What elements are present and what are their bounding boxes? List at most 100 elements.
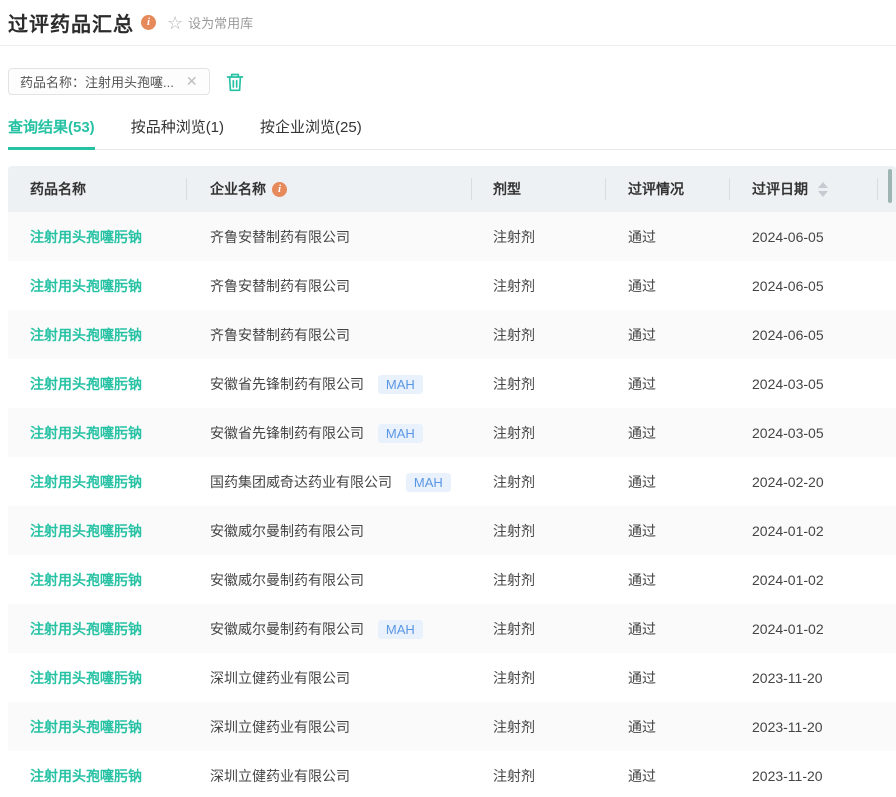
dosage-form-cell: 注射剂	[471, 423, 605, 443]
dosage-form-cell: 注射剂	[471, 766, 605, 786]
dosage-form-cell: 注射剂	[471, 227, 605, 247]
column-header-date: 过评日期	[729, 166, 877, 212]
date-cell: 2024-06-05	[729, 278, 877, 294]
filter-chip[interactable]: 药品名称：注射用头孢噻... ✕	[8, 68, 210, 95]
info-icon[interactable]: i	[141, 15, 156, 30]
drug-name-link[interactable]: 注射用头孢噻肟钠	[30, 229, 142, 245]
dosage-form-cell: 注射剂	[471, 374, 605, 394]
drug-name-link[interactable]: 注射用头孢噻肟钠	[30, 523, 142, 539]
column-header-company: 企业名称 i	[186, 166, 471, 212]
filter-chip-label: 药品名称：注射用头孢噻...	[20, 72, 174, 91]
status-cell: 通过	[605, 423, 729, 443]
company-name: 安徽威尔曼制药有限公司	[210, 621, 364, 637]
table-row: 注射用头孢噻肟钠 齐鲁安替制药有限公司 MAH 注射剂 通过 2024-06-0…	[8, 261, 896, 310]
dosage-form-cell: 注射剂	[471, 668, 605, 688]
drug-name-link[interactable]: 注射用头孢噻肟钠	[30, 719, 142, 735]
drug-name-link[interactable]: 注射用头孢噻肟钠	[30, 572, 142, 588]
status-cell: 通过	[605, 570, 729, 590]
table-row: 注射用头孢噻肟钠 安徽威尔曼制药有限公司 MAH 注射剂 通过 2024-01-…	[8, 555, 896, 604]
column-header-dosage-form: 剂型	[471, 166, 605, 212]
date-cell: 2023-11-20	[729, 670, 877, 686]
star-icon[interactable]: ☆	[167, 14, 183, 32]
company-name: 深圳立健药业有限公司	[210, 768, 350, 784]
tab-item[interactable]: 查询结果(53)	[8, 116, 95, 150]
set-favorite-label[interactable]: 设为常用库	[188, 13, 253, 32]
date-cell: 2024-01-02	[729, 621, 877, 637]
title-bar: 过评药品汇总 i ☆ 设为常用库	[0, 0, 896, 46]
column-header-overflow	[877, 166, 896, 212]
close-icon[interactable]: ✕	[186, 73, 198, 90]
dosage-form-cell: 注射剂	[471, 472, 605, 492]
status-cell: 通过	[605, 276, 729, 296]
company-name: 深圳立健药业有限公司	[210, 670, 350, 686]
status-cell: 通过	[605, 227, 729, 247]
mah-badge: MAH	[378, 424, 423, 443]
date-cell: 2023-11-20	[729, 719, 877, 735]
status-cell: 通过	[605, 668, 729, 688]
info-icon[interactable]: i	[272, 182, 287, 197]
dosage-form-cell: 注射剂	[471, 717, 605, 737]
tab-item[interactable]: 按品种浏览(1)	[131, 116, 224, 150]
company-name: 安徽威尔曼制药有限公司	[210, 523, 364, 539]
clear-filters-button[interactable]	[225, 72, 245, 92]
column-header-drug-name: 药品名称	[8, 166, 186, 212]
vertical-scrollbar-thumb[interactable]	[888, 169, 892, 203]
company-name: 齐鲁安替制药有限公司	[210, 229, 350, 245]
company-name: 齐鲁安替制药有限公司	[210, 278, 350, 294]
drug-name-link[interactable]: 注射用头孢噻肟钠	[30, 327, 142, 343]
status-cell: 通过	[605, 374, 729, 394]
tab-label: 按企业浏览(25)	[260, 119, 362, 136]
company-name: 齐鲁安替制药有限公司	[210, 327, 350, 343]
company-name: 安徽省先锋制药有限公司	[210, 425, 364, 441]
page-title: 过评药品汇总	[8, 8, 134, 37]
table-row: 注射用头孢噻肟钠 齐鲁安替制药有限公司 MAH 注射剂 通过 2024-06-0…	[8, 310, 896, 359]
status-cell: 通过	[605, 325, 729, 345]
table-row: 注射用头孢噻肟钠 安徽省先锋制药有限公司 MAH 注射剂 通过 2024-03-…	[8, 408, 896, 457]
drug-name-link[interactable]: 注射用头孢噻肟钠	[30, 621, 142, 637]
results-table: 药品名称 企业名称 i 剂型 过评情况 过评日期 注射用头孢噻肟钠 齐鲁安替制	[8, 166, 896, 797]
trash-icon	[225, 72, 245, 92]
mah-badge: MAH	[406, 473, 451, 492]
drug-name-link[interactable]: 注射用头孢噻肟钠	[30, 474, 142, 490]
date-cell: 2024-01-02	[729, 523, 877, 539]
mah-badge: MAH	[378, 620, 423, 639]
date-cell: 2024-03-05	[729, 425, 877, 441]
dosage-form-cell: 注射剂	[471, 619, 605, 639]
status-cell: 通过	[605, 717, 729, 737]
tab-label: 按品种浏览(1)	[131, 119, 224, 136]
dosage-form-cell: 注射剂	[471, 521, 605, 541]
table-row: 注射用头孢噻肟钠 深圳立健药业有限公司 MAH 注射剂 通过 2023-11-2…	[8, 751, 896, 797]
date-cell: 2024-03-05	[729, 376, 877, 392]
dosage-form-cell: 注射剂	[471, 570, 605, 590]
sort-icon[interactable]	[818, 182, 828, 197]
drug-name-link[interactable]: 注射用头孢噻肟钠	[30, 670, 142, 686]
tab-label: 查询结果(53)	[8, 119, 95, 136]
drug-name-link[interactable]: 注射用头孢噻肟钠	[30, 376, 142, 392]
column-header-status: 过评情况	[605, 166, 729, 212]
date-cell: 2023-11-20	[729, 768, 877, 784]
date-cell: 2024-02-20	[729, 474, 877, 490]
date-cell: 2024-06-05	[729, 229, 877, 245]
date-cell: 2024-01-02	[729, 572, 877, 588]
table-row: 注射用头孢噻肟钠 安徽威尔曼制药有限公司 MAH 注射剂 通过 2024-01-…	[8, 506, 896, 555]
filter-bar: 药品名称：注射用头孢噻... ✕	[8, 68, 896, 95]
dosage-form-cell: 注射剂	[471, 276, 605, 296]
company-name: 国药集团威奇达药业有限公司	[210, 474, 392, 490]
table-header-row: 药品名称 企业名称 i 剂型 过评情况 过评日期	[8, 166, 896, 212]
date-cell: 2024-06-05	[729, 327, 877, 343]
status-cell: 通过	[605, 472, 729, 492]
table-row: 注射用头孢噻肟钠 安徽威尔曼制药有限公司 MAH 注射剂 通过 2024-01-…	[8, 604, 896, 653]
status-cell: 通过	[605, 766, 729, 786]
table-row: 注射用头孢噻肟钠 安徽省先锋制药有限公司 MAH 注射剂 通过 2024-03-…	[8, 359, 896, 408]
drug-name-link[interactable]: 注射用头孢噻肟钠	[30, 768, 142, 784]
table-row: 注射用头孢噻肟钠 齐鲁安替制药有限公司 MAH 注射剂 通过 2024-06-0…	[8, 212, 896, 261]
table-row: 注射用头孢噻肟钠 深圳立健药业有限公司 MAH 注射剂 通过 2023-11-2…	[8, 653, 896, 702]
company-name: 安徽威尔曼制药有限公司	[210, 572, 364, 588]
tab-item[interactable]: 按企业浏览(25)	[260, 116, 362, 150]
dosage-form-cell: 注射剂	[471, 325, 605, 345]
status-cell: 通过	[605, 521, 729, 541]
drug-name-link[interactable]: 注射用头孢噻肟钠	[30, 425, 142, 441]
company-name: 安徽省先锋制药有限公司	[210, 376, 364, 392]
drug-name-link[interactable]: 注射用头孢噻肟钠	[30, 278, 142, 294]
mah-badge: MAH	[378, 375, 423, 394]
